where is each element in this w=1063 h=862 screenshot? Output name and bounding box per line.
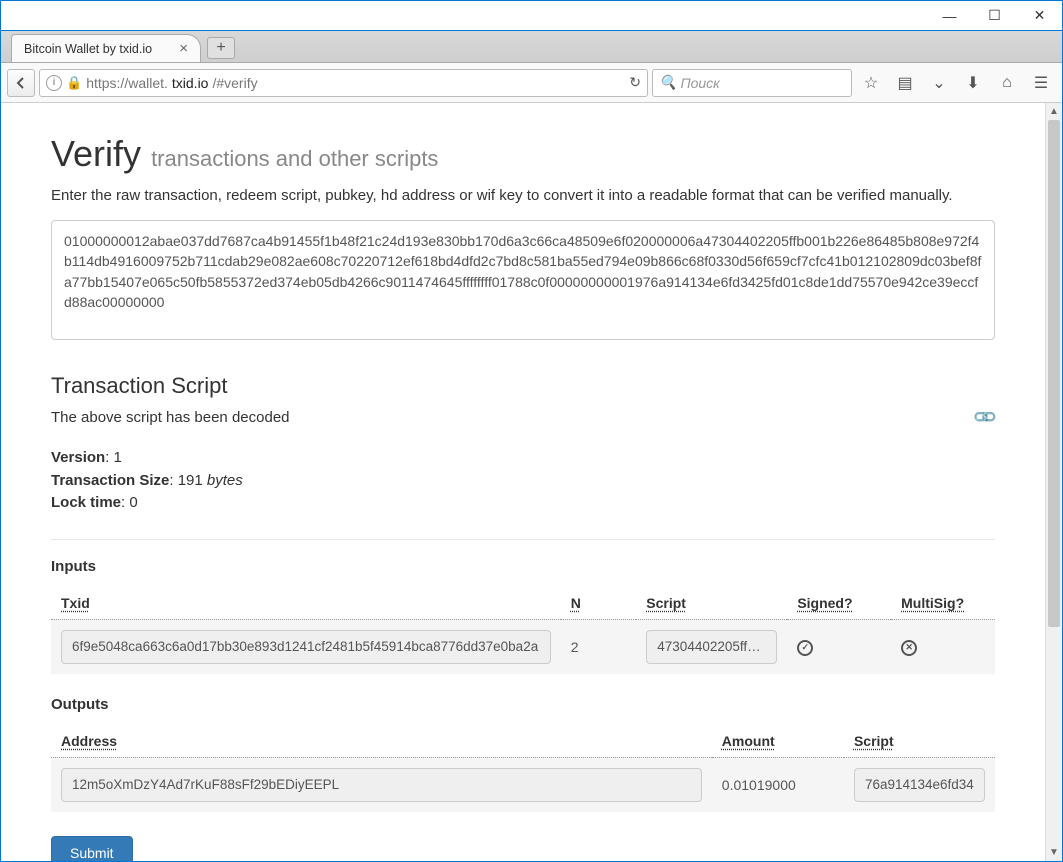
table-row: 0.01019000 xyxy=(51,757,995,812)
decoded-section: Transaction Script The above script has … xyxy=(51,373,995,515)
input-n: 2 xyxy=(561,619,637,674)
output-amount: 0.01019000 xyxy=(712,757,844,812)
scroll-down-icon[interactable]: ▼ xyxy=(1046,844,1062,861)
submit-button[interactable]: Submit xyxy=(51,836,133,862)
table-row: 2 ✓ ✕ xyxy=(51,619,995,674)
lock-icon: 🔒 xyxy=(66,75,82,91)
url-bar[interactable]: i 🔒 https://wallet.txid.io/#verify ↻ xyxy=(39,69,648,97)
pocket-icon[interactable]: ⌄ xyxy=(924,69,954,97)
heading-main: Verify xyxy=(51,133,141,174)
library-icon[interactable]: ▤ xyxy=(890,69,920,97)
output-address[interactable] xyxy=(61,768,702,802)
th-signed: Signed? xyxy=(787,587,891,620)
vertical-scrollbar[interactable]: ▲ ▼ xyxy=(1045,103,1062,861)
back-button[interactable] xyxy=(7,69,35,97)
search-bar[interactable]: 🔍 Поиск xyxy=(652,69,852,97)
page-content: Verify transactions and other scripts En… xyxy=(1,103,1045,861)
th-multisig: MultiSig? xyxy=(891,587,995,620)
inputs-section: Inputs Txid N Script Signed? MultiSig? xyxy=(51,558,995,674)
version-value: 1 xyxy=(114,449,122,466)
link-icon[interactable]: 🔗 xyxy=(971,403,999,431)
tab-strip: Bitcoin Wallet by txid.io × + xyxy=(1,31,1062,63)
divider xyxy=(51,539,995,540)
tab-close-icon[interactable]: × xyxy=(175,40,192,57)
th-script: Script xyxy=(636,587,787,620)
downloads-icon[interactable]: ⬇ xyxy=(958,69,988,97)
url-prefix: https://wallet. xyxy=(86,75,168,91)
locktime-label: Lock time xyxy=(51,494,121,511)
outputs-section: Outputs Address Amount Script 0.01019000 xyxy=(51,696,995,812)
inputs-table: Txid N Script Signed? MultiSig? 2 ✓ xyxy=(51,587,995,674)
reload-icon[interactable]: ↻ xyxy=(629,74,641,91)
version-label: Version xyxy=(51,449,105,466)
input-script[interactable] xyxy=(646,630,777,664)
th-amount: Amount xyxy=(712,725,844,758)
th-txid: Txid xyxy=(51,587,561,620)
signed-check-icon: ✓ xyxy=(797,640,813,656)
url-host: txid.io xyxy=(172,75,209,91)
input-txid[interactable] xyxy=(61,630,551,664)
menu-icon[interactable]: ☰ xyxy=(1026,69,1056,97)
window-close-button[interactable]: ✕ xyxy=(1017,1,1062,30)
decoded-message: The above script has been decoded xyxy=(51,409,290,426)
browser-tab[interactable]: Bitcoin Wallet by txid.io × xyxy=(11,34,201,62)
tab-title: Bitcoin Wallet by txid.io xyxy=(24,42,152,56)
tx-meta: Version: 1 Transaction Size: 191 bytes L… xyxy=(51,447,995,515)
output-script[interactable] xyxy=(854,768,985,802)
url-suffix: /#verify xyxy=(212,75,257,91)
search-placeholder: Поиск xyxy=(680,75,719,91)
scroll-up-icon[interactable]: ▲ xyxy=(1046,103,1062,120)
page-title: Verify transactions and other scripts xyxy=(51,133,995,175)
home-icon[interactable]: ⌂ xyxy=(992,69,1022,97)
scroll-thumb[interactable] xyxy=(1048,120,1060,627)
size-unit: bytes xyxy=(207,472,243,489)
heading-sub: transactions and other scripts xyxy=(151,146,438,171)
os-titlebar: — ☐ ✕ xyxy=(1,1,1062,31)
intro-text: Enter the raw transaction, redeem script… xyxy=(51,187,995,204)
locktime-value: 0 xyxy=(129,494,137,511)
multisig-cross-icon: ✕ xyxy=(901,640,917,656)
th-n: N xyxy=(561,587,637,620)
browser-window: — ☐ ✕ Bitcoin Wallet by txid.io × + i 🔒 … xyxy=(0,0,1063,862)
bookmark-star-icon[interactable]: ☆ xyxy=(856,69,886,97)
window-maximize-button[interactable]: ☐ xyxy=(972,1,1017,30)
size-value: 191 xyxy=(178,472,203,489)
inputs-title: Inputs xyxy=(51,558,995,575)
outputs-title: Outputs xyxy=(51,696,995,713)
window-minimize-button[interactable]: — xyxy=(927,1,972,30)
outputs-table: Address Amount Script 0.01019000 xyxy=(51,725,995,812)
browser-toolbar: i 🔒 https://wallet.txid.io/#verify ↻ 🔍 П… xyxy=(1,63,1062,103)
search-icon: 🔍 xyxy=(659,74,676,91)
info-icon: i xyxy=(46,75,62,91)
size-label: Transaction Size xyxy=(51,472,169,489)
decoded-title: Transaction Script xyxy=(51,373,995,399)
arrow-left-icon xyxy=(14,76,28,90)
new-tab-button[interactable]: + xyxy=(207,37,235,59)
th-address: Address xyxy=(51,725,712,758)
th-oscript: Script xyxy=(844,725,995,758)
scroll-track[interactable] xyxy=(1046,120,1062,844)
raw-input[interactable] xyxy=(51,220,995,340)
viewport: Verify transactions and other scripts En… xyxy=(1,103,1062,861)
